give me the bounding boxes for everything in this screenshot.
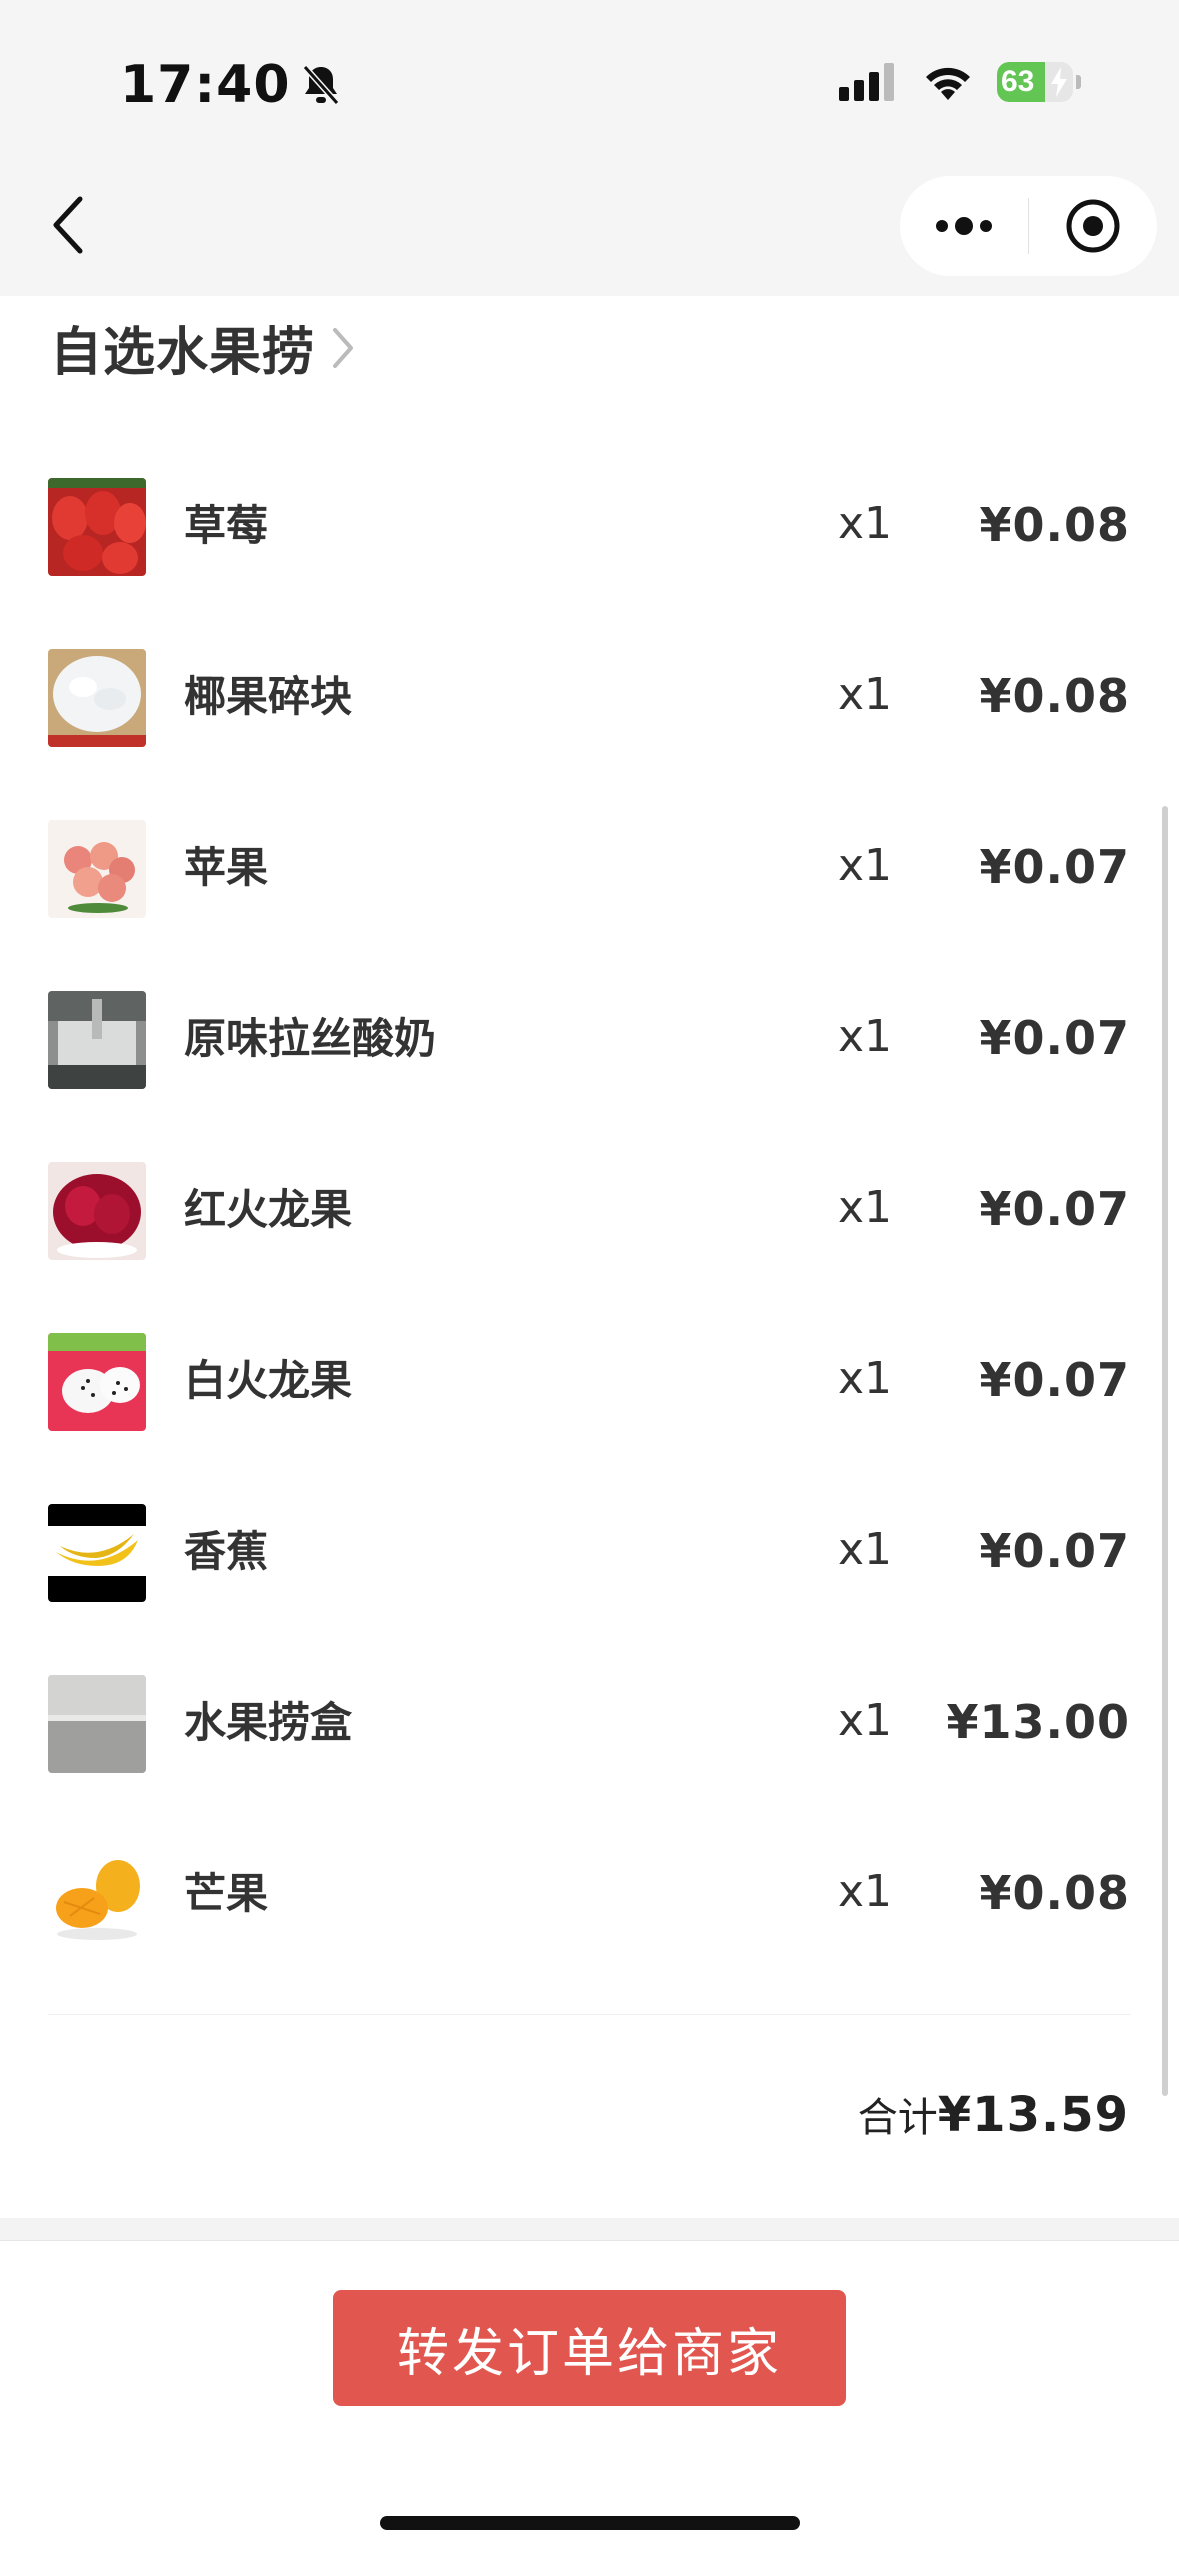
apple-image — [48, 820, 146, 918]
status-time-group: 17:40 — [120, 55, 341, 115]
mango-image — [48, 1846, 146, 1944]
target-circle-icon — [1066, 199, 1120, 253]
charging-bolt-icon — [1051, 67, 1067, 97]
forward-order-button[interactable]: 转发订单给商家 — [333, 2290, 846, 2406]
item-quantity: x1 — [838, 1182, 893, 1233]
item-price: ¥0.07 — [979, 1011, 1130, 1065]
item-name: 苹果 — [184, 843, 269, 892]
home-indicator[interactable] — [380, 2516, 800, 2530]
list-item: 苹果 x1 ¥0.07 — [48, 810, 1130, 981]
total-label: 合计 — [857, 2095, 938, 2141]
list-item: 草莓 x1 ¥0.08 — [48, 468, 1130, 639]
more-button[interactable] — [900, 176, 1028, 276]
bell-muted-icon — [302, 65, 339, 105]
battery-tip — [1076, 75, 1081, 89]
scrollbar[interactable] — [1162, 806, 1168, 2096]
back-button[interactable] — [40, 190, 96, 260]
item-price: ¥13.00 — [946, 1695, 1130, 1749]
order-total: 合计 ¥13.59 — [858, 2085, 1129, 2143]
list-item: 白火龙果 x1 ¥0.07 — [48, 1323, 1130, 1494]
item-price: ¥0.08 — [979, 498, 1130, 552]
item-quantity: x1 — [838, 1695, 893, 1746]
store-link[interactable]: 自选水果捞 — [50, 310, 355, 385]
item-name: 白火龙果 — [184, 1356, 353, 1405]
mini-program-capsule — [900, 176, 1157, 276]
status-icons: 63 — [839, 62, 1081, 102]
strawberry-image — [48, 478, 146, 576]
item-name: 香蕉 — [184, 1527, 269, 1576]
order-items-list: 草莓 x1 ¥0.08 椰果碎块 x1 ¥0.08 苹果 x1 ¥0.07 原味… — [48, 468, 1130, 2007]
item-price: ¥0.08 — [979, 1866, 1130, 1920]
yogurt-image — [48, 991, 146, 1089]
item-name: 水果捞盒 — [184, 1698, 353, 1747]
status-time: 17:40 — [120, 55, 291, 115]
summary-divider — [48, 2014, 1130, 2015]
battery-level: 63 — [1001, 65, 1035, 98]
item-name: 椰果碎块 — [184, 672, 353, 721]
list-item: 椰果碎块 x1 ¥0.08 — [48, 639, 1130, 810]
red-dragon-fruit-image — [48, 1162, 146, 1260]
item-price: ¥0.08 — [979, 669, 1130, 723]
white-dragon-fruit-image — [48, 1333, 146, 1431]
item-quantity: x1 — [838, 1011, 893, 1062]
section-gap — [0, 2218, 1179, 2240]
item-quantity: x1 — [838, 1353, 893, 1404]
close-miniprogram-button[interactable] — [1029, 176, 1157, 276]
item-price: ¥0.07 — [979, 1524, 1130, 1578]
list-item: 红火龙果 x1 ¥0.07 — [48, 1152, 1130, 1323]
store-name: 自选水果捞 — [50, 323, 316, 383]
item-name: 草莓 — [184, 501, 269, 550]
total-amount: ¥13.59 — [937, 2087, 1129, 2143]
coconut-jelly-image — [48, 649, 146, 747]
battery-indicator: 63 — [997, 62, 1073, 102]
list-item: 水果捞盒 x1 ¥13.00 — [48, 1665, 1130, 1836]
item-quantity: x1 — [838, 669, 893, 720]
item-price: ¥0.07 — [979, 840, 1130, 894]
list-item: 芒果 x1 ¥0.08 — [48, 1836, 1130, 2007]
item-price: ¥0.07 — [979, 1353, 1130, 1407]
item-price: ¥0.07 — [979, 1182, 1130, 1236]
chevron-right-icon — [333, 327, 354, 368]
item-name: 芒果 — [184, 1869, 269, 1918]
item-quantity: x1 — [838, 1866, 893, 1917]
list-item: 香蕉 x1 ¥0.07 — [48, 1494, 1130, 1665]
item-quantity: x1 — [838, 1524, 893, 1575]
ellipsis-icon — [936, 217, 992, 235]
item-quantity: x1 — [838, 840, 893, 891]
footer-divider — [0, 2240, 1179, 2241]
top-bar: 17:40 63 — [0, 0, 1179, 296]
fruit-box-image — [48, 1675, 146, 1773]
item-name: 红火龙果 — [184, 1185, 353, 1234]
list-item: 原味拉丝酸奶 x1 ¥0.07 — [48, 981, 1130, 1152]
item-name: 原味拉丝酸奶 — [184, 1014, 437, 1063]
cellular-signal-icon — [839, 63, 894, 101]
banana-image — [48, 1504, 146, 1602]
chevron-left-icon — [53, 196, 83, 254]
wifi-icon — [926, 67, 970, 100]
item-quantity: x1 — [838, 498, 893, 549]
